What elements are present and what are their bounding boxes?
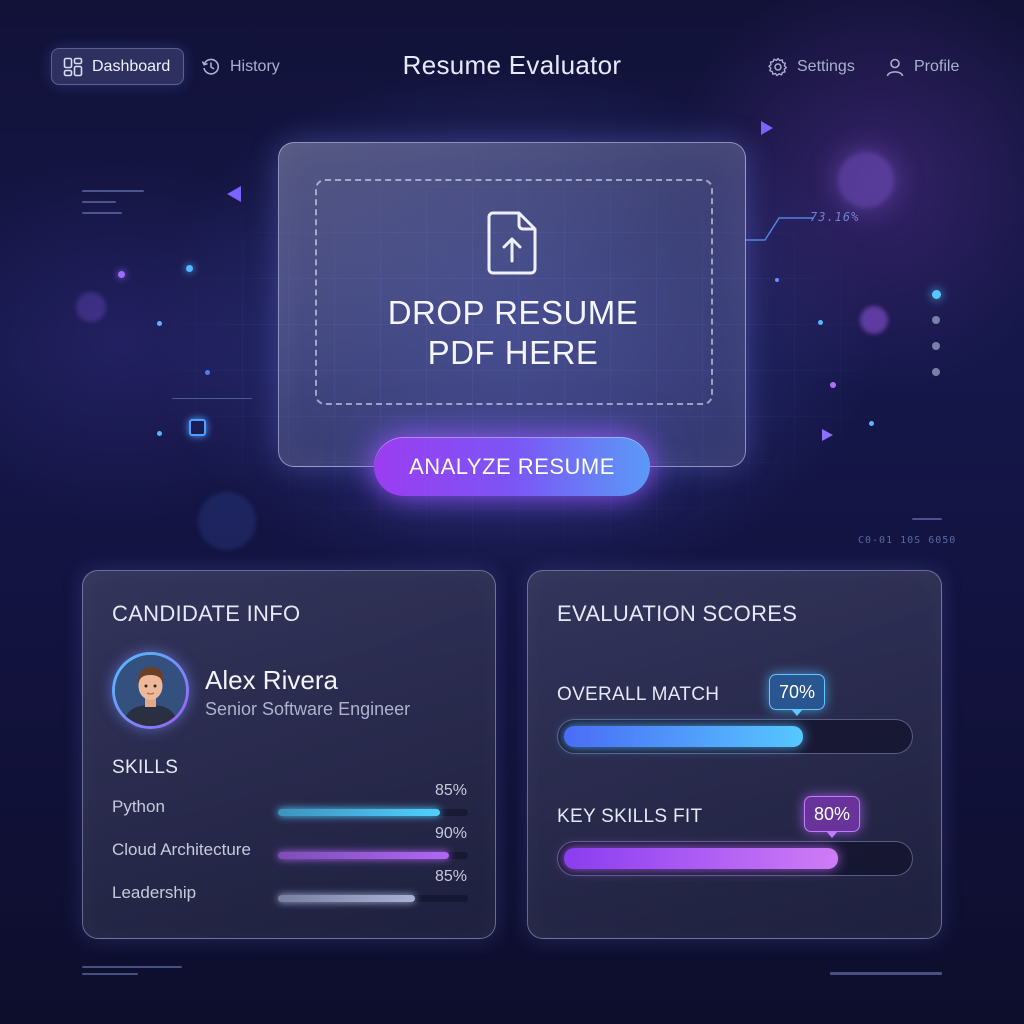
nav-settings-label: Settings <box>797 58 855 75</box>
triangle-decor <box>761 121 773 135</box>
nav-profile-label: Profile <box>914 58 960 75</box>
particle-dot <box>869 421 874 426</box>
evaluation-scores-title: EVALUATION SCORES <box>557 601 798 626</box>
score-progress-bar <box>557 719 913 754</box>
skill-percent: 85% <box>434 868 467 885</box>
skill-name: Python <box>112 797 165 816</box>
skill-progress-fill <box>278 895 415 902</box>
skill-percent: 85% <box>434 782 467 799</box>
decor-line <box>82 212 122 214</box>
avatar-portrait-icon <box>115 655 186 726</box>
score-progress-fill <box>564 726 804 747</box>
decor-readout: C0-01 10S 6050 <box>858 535 957 546</box>
candidate-role: Senior Software Engineer <box>205 699 411 719</box>
triangle-decor <box>227 186 241 202</box>
avatar <box>112 652 189 729</box>
skill-row: Python 85% <box>112 782 468 825</box>
app-title: Resume Evaluator <box>402 50 622 80</box>
decor-line <box>82 190 144 192</box>
glow-orb <box>198 492 256 550</box>
dashboard-icon <box>63 57 83 76</box>
decor-line <box>830 972 942 975</box>
particle-dot <box>157 321 162 326</box>
nav-history-button[interactable]: History <box>201 57 280 77</box>
history-icon <box>201 58 220 75</box>
candidate-name: Alex Rivera <box>205 665 338 695</box>
particle-dot <box>830 382 836 388</box>
particle-dot <box>818 320 823 325</box>
decor-line <box>172 398 252 399</box>
score-progress-bar <box>557 841 913 876</box>
gear-icon <box>768 57 787 77</box>
particle-dot <box>118 271 125 278</box>
analyze-resume-button[interactable]: ANALYZE RESUME <box>374 437 650 496</box>
particle-dot <box>932 342 940 350</box>
resume-drop-zone[interactable]: DROP RESUME PDF HERE <box>278 142 746 467</box>
glow-orb <box>838 152 894 208</box>
particle-dot <box>932 368 940 376</box>
skill-name: Cloud Architecture <box>112 840 251 859</box>
evaluation-scores-card: EVALUATION SCORES OVERALL MATCH 70% KEY … <box>527 570 942 939</box>
score-label: OVERALL MATCH <box>557 684 720 705</box>
particle-dot <box>775 278 779 282</box>
particle-dot <box>186 265 193 272</box>
file-upload-icon <box>487 211 537 275</box>
score-badge: 80% <box>804 796 861 838</box>
drop-zone-text: DROP RESUME PDF HERE <box>387 294 639 371</box>
skill-progress-bar <box>278 895 468 902</box>
nav-dashboard-label: Dashboard <box>92 57 171 75</box>
skill-name: Leadership <box>112 883 197 902</box>
decor-line <box>82 973 138 975</box>
glow-orb <box>860 306 888 334</box>
skill-progress-fill <box>278 809 440 816</box>
nav-settings-button[interactable]: Settings <box>768 57 855 77</box>
skill-progress-bar <box>278 852 468 859</box>
nav-profile-button[interactable]: Profile <box>885 57 959 77</box>
decor-line <box>912 518 942 520</box>
decor-readout: 73.16% <box>810 210 860 224</box>
readout-connector <box>745 217 813 241</box>
decor-line <box>82 966 182 968</box>
candidate-info-title: CANDIDATE INFO <box>112 601 301 626</box>
skill-progress-fill <box>278 852 449 859</box>
particle-dot <box>932 290 941 299</box>
score-badge: 70% <box>769 674 826 716</box>
triangle-decor <box>822 429 833 441</box>
skills-title: SKILLS <box>112 757 179 778</box>
skill-progress-bar <box>278 809 468 816</box>
candidate-info-card: CANDIDATE INFO Alex Rivera Senior Softwa… <box>82 570 496 939</box>
glow-orb <box>76 292 106 322</box>
particle-dot <box>157 431 162 436</box>
nav-dashboard-button[interactable]: Dashboard <box>51 48 184 85</box>
square-decor <box>189 419 206 436</box>
user-icon <box>886 58 904 77</box>
skill-percent: 90% <box>434 825 467 842</box>
skill-row: Cloud Architecture 90% <box>112 825 468 868</box>
skill-row: Leadership 85% <box>112 868 468 911</box>
particle-dot <box>205 370 210 375</box>
score-label: KEY SKILLS FIT <box>557 806 703 827</box>
nav-history-label: History <box>230 58 280 75</box>
particle-dot <box>932 316 940 324</box>
score-progress-fill <box>564 848 838 869</box>
decor-line <box>82 201 116 203</box>
